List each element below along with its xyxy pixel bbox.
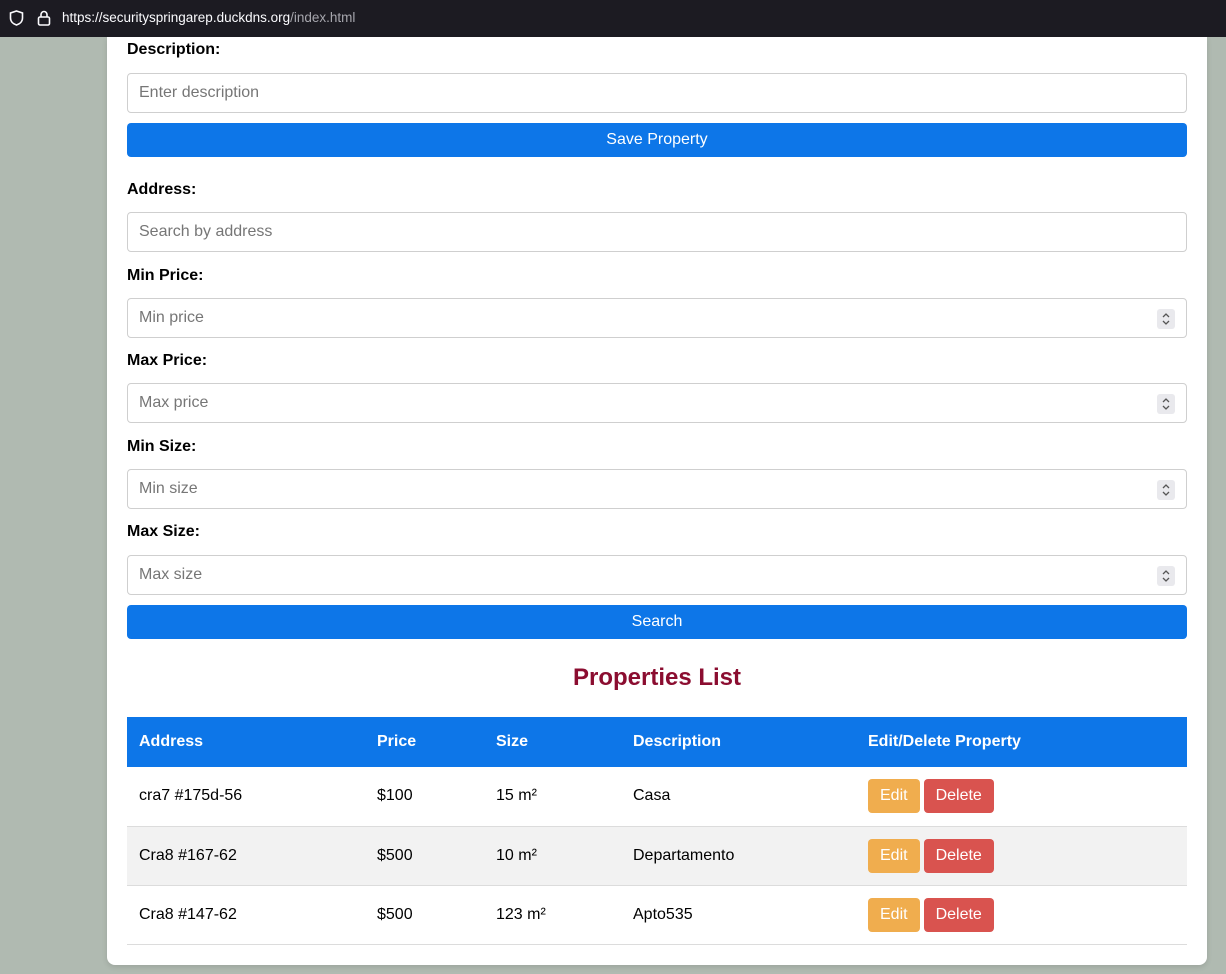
cell-description: Casa — [621, 767, 856, 827]
cell-actions: Edit Delete — [856, 826, 1187, 886]
cell-price: $500 — [365, 885, 484, 945]
address-label: Address: — [127, 181, 197, 198]
stepper-arrows-icon — [1162, 570, 1170, 582]
min-size-field[interactable] — [127, 469, 1187, 509]
address-field[interactable] — [127, 212, 1187, 252]
url-path: /index.html — [290, 10, 356, 25]
max-price-label: Max Price: — [127, 352, 208, 369]
min-size-input[interactable] — [128, 470, 1186, 508]
edit-button[interactable]: Edit — [868, 838, 920, 873]
header-address: Address — [139, 733, 204, 750]
shield-icon[interactable] — [9, 10, 24, 31]
max-size-label: Max Size: — [127, 523, 200, 540]
stepper-arrows-icon — [1162, 398, 1170, 410]
edit-button[interactable]: Edit — [868, 897, 920, 932]
cell-description: Departamento — [621, 826, 856, 886]
header-size: Size — [496, 733, 529, 750]
browser-toolbar: https://securityspringarep.duckdns.org/i… — [0, 0, 1226, 37]
cell-size: 10 m² — [484, 826, 621, 886]
max-price-input[interactable] — [128, 384, 1186, 422]
properties-list-title: Properties List — [572, 664, 742, 691]
cell-price: $500 — [365, 826, 484, 886]
max-size-field[interactable] — [127, 555, 1187, 595]
cell-address: Cra8 #167-62 — [127, 826, 365, 886]
edit-button[interactable]: Edit — [868, 779, 920, 814]
min-price-label: Min Price: — [127, 267, 204, 284]
stepper-arrows-icon — [1162, 484, 1170, 496]
cell-size: 15 m² — [484, 767, 621, 827]
max-price-stepper[interactable] — [1157, 394, 1175, 414]
address-search-input[interactable] — [128, 213, 1186, 251]
table-row: Cra8 #147-62 $500 123 m² Apto535 Edit De… — [127, 885, 1187, 945]
cell-address: Cra8 #147-62 — [127, 885, 365, 945]
max-size-stepper[interactable] — [1157, 566, 1175, 586]
properties-table: Address Price Size Description Edit/Dele… — [127, 717, 1187, 945]
min-size-label: Min Size: — [127, 438, 197, 455]
cell-price: $100 — [365, 767, 484, 827]
min-size-stepper[interactable] — [1157, 480, 1175, 500]
cell-actions: Edit Delete — [856, 767, 1187, 827]
min-price-field[interactable] — [127, 298, 1187, 338]
stepper-arrows-icon — [1162, 313, 1170, 325]
delete-button[interactable]: Delete — [923, 779, 994, 814]
description-input[interactable] — [128, 74, 1186, 112]
lock-icon[interactable] — [37, 10, 51, 31]
table-row: Cra8 #167-62 $500 10 m² Departamento Edi… — [127, 826, 1187, 886]
cell-actions: Edit Delete — [856, 885, 1187, 945]
min-price-input[interactable] — [128, 299, 1186, 337]
max-price-field[interactable] — [127, 383, 1187, 423]
description-field[interactable] — [127, 73, 1187, 113]
search-button[interactable]: Search — [127, 605, 1187, 639]
save-property-button[interactable]: Save Property — [127, 123, 1187, 157]
table-row: cra7 #175d-56 $100 15 m² Casa Edit Delet… — [127, 767, 1187, 827]
address-bar[interactable]: https://securityspringarep.duckdns.org/i… — [62, 10, 355, 25]
delete-button[interactable]: Delete — [923, 838, 994, 873]
delete-button[interactable]: Delete — [923, 897, 994, 932]
cell-address: cra7 #175d-56 — [127, 767, 365, 827]
description-label: Description: — [127, 41, 221, 58]
header-description: Description — [633, 733, 722, 750]
cell-description: Apto535 — [621, 885, 856, 945]
table-header-row: Address Price Size Description Edit/Dele… — [127, 717, 1187, 767]
header-actions: Edit/Delete Property — [868, 733, 1021, 750]
max-size-input[interactable] — [128, 556, 1186, 594]
min-price-stepper[interactable] — [1157, 309, 1175, 329]
url-host: https://securityspringarep.duckdns.org — [62, 10, 291, 25]
cell-size: 123 m² — [484, 885, 621, 945]
header-price: Price — [377, 733, 417, 750]
main-card: Description: Save Property Address: Min … — [107, 37, 1207, 965]
